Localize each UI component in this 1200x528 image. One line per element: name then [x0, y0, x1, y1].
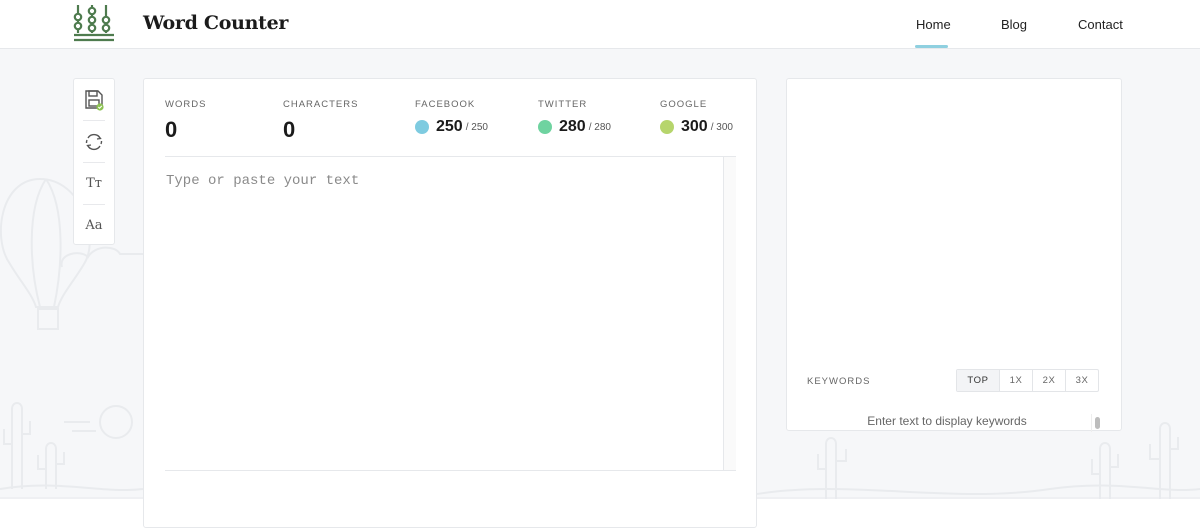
twitter-label: TWITTER: [538, 99, 588, 110]
save-icon: [85, 89, 104, 111]
text-size-button[interactable]: Tт: [74, 163, 114, 204]
tab-top[interactable]: TOP: [957, 370, 999, 391]
facebook-dot-icon: [415, 120, 429, 134]
scrollbar-thumb[interactable]: [1095, 417, 1100, 429]
twitter-dot-icon: [538, 120, 552, 134]
text-input[interactable]: [165, 157, 723, 471]
refresh-button[interactable]: [74, 121, 114, 162]
words-label: WORDS: [165, 99, 207, 110]
font-icon: Aa: [85, 218, 103, 233]
facebook-remaining: 250: [436, 118, 463, 135]
google-dot-icon: [660, 120, 674, 134]
facebook-stat: FACEBOOK 250 / 250: [415, 99, 488, 136]
editor-scrollbar[interactable]: [723, 157, 736, 471]
characters-count: 0: [283, 117, 296, 142]
facebook-limit: / 250: [465, 121, 488, 133]
google-stat: GOOGLE 300 / 300: [660, 99, 733, 136]
side-toolbar: Tт Aa: [73, 78, 115, 245]
save-button[interactable]: [74, 79, 114, 120]
keywords-empty-message: Enter text to display keywords: [867, 414, 1027, 428]
abacus-logo-icon[interactable]: [72, 3, 116, 43]
keywords-label: KEYWORDS: [807, 376, 871, 387]
twitter-stat: TWITTER 280 / 280: [538, 99, 611, 136]
nav-active-indicator: [915, 45, 948, 48]
tab-1x[interactable]: 1X: [999, 370, 1032, 391]
facebook-label: FACEBOOK: [415, 99, 476, 110]
words-count: 0: [165, 117, 178, 142]
keyword-density-tabs: TOP 1X 2X 3X: [956, 369, 1099, 392]
tab-3x[interactable]: 3X: [1065, 370, 1098, 391]
google-remaining: 300: [681, 118, 708, 135]
text-size-icon: Tт: [86, 176, 102, 191]
nav-contact-link[interactable]: Contact: [1078, 17, 1123, 32]
editor-bottom-divider: [165, 470, 736, 471]
tab-2x[interactable]: 2X: [1032, 370, 1065, 391]
twitter-limit: / 280: [588, 121, 611, 133]
header: Word Counter Home Blog Contact: [0, 0, 1200, 49]
characters-label: CHARACTERS: [283, 99, 359, 110]
google-label: GOOGLE: [660, 99, 708, 110]
counter-card: WORDS 0 CHARACTERS 0 FACEBOOK 250 / 250 …: [143, 78, 757, 528]
brand-name[interactable]: Word Counter: [143, 12, 288, 34]
nav-blog-link[interactable]: Blog: [1001, 17, 1027, 32]
words-stat: WORDS 0: [165, 99, 206, 143]
keywords-scrollbar[interactable]: [1091, 414, 1101, 432]
keywords-card: KEYWORDS TOP 1X 2X 3X Enter text to disp…: [786, 78, 1122, 432]
characters-stat: CHARACTERS 0: [283, 99, 358, 143]
google-limit: / 300: [710, 121, 733, 133]
nav-home-link[interactable]: Home: [916, 17, 951, 32]
refresh-icon: [85, 133, 103, 150]
twitter-remaining: 280: [559, 118, 586, 135]
font-button[interactable]: Aa: [74, 205, 114, 246]
